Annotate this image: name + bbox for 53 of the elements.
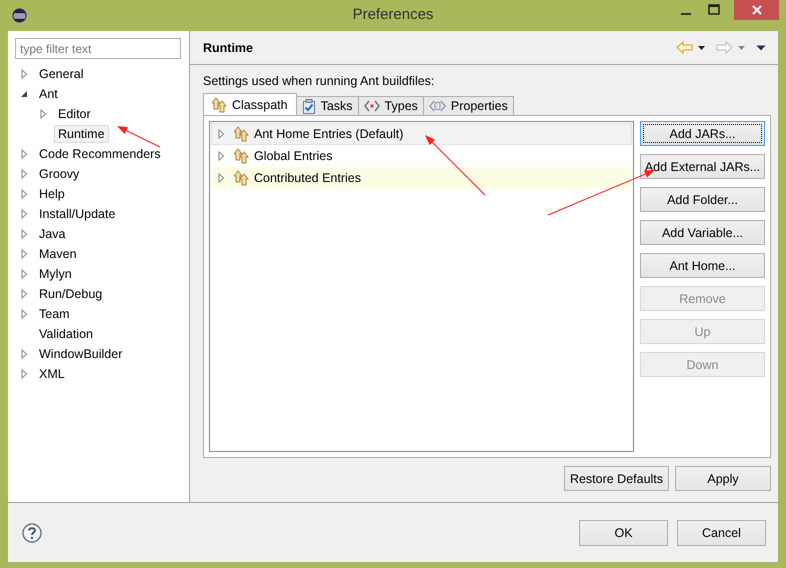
- page-description: Settings used when running Ant buildfiles:: [203, 74, 436, 88]
- classpath-icon: [212, 96, 227, 112]
- list-item[interactable]: Ant Home Entries (Default): [211, 123, 632, 145]
- tree-item[interactable]: Install/Update: [35, 205, 120, 223]
- tree-item[interactable]: Help: [35, 185, 69, 203]
- side-button[interactable]: Add External JARs...: [640, 154, 765, 179]
- tree-item[interactable]: Maven: [35, 245, 81, 263]
- tree-item[interactable]: Validation: [35, 325, 97, 343]
- side-button[interactable]: Add Variable...: [640, 220, 765, 245]
- window-title: Preferences: [352, 6, 434, 23]
- list-item[interactable]: Global Entries: [211, 145, 632, 167]
- close-icon: [750, 4, 762, 16]
- classpath-icon: [234, 126, 249, 142]
- page-title: Runtime: [203, 40, 253, 54]
- tree-item[interactable]: Ant: [35, 85, 62, 103]
- brackets-icon: [364, 100, 380, 112]
- annotation-arrow: [425, 135, 486, 196]
- menu-icon[interactable]: [756, 44, 766, 50]
- apply-button[interactable]: Apply: [675, 466, 771, 491]
- tree-item[interactable]: XML: [35, 365, 69, 383]
- dropdown-icon[interactable]: [697, 44, 706, 50]
- tab[interactable]: Types: [358, 96, 424, 115]
- help-icon[interactable]: [22, 522, 42, 542]
- side-button[interactable]: Add Folder...: [640, 187, 765, 212]
- tree-item[interactable]: Run/Debug: [35, 285, 106, 303]
- close-button[interactable]: [734, 0, 779, 20]
- tree-item[interactable]: Editor: [54, 105, 95, 123]
- ok-button[interactable]: OK: [579, 520, 668, 546]
- tree-item[interactable]: Mylyn: [35, 265, 76, 283]
- classpath-icon: [234, 148, 249, 164]
- side-button[interactable]: Add JARs...: [640, 121, 765, 146]
- tab[interactable]: Tasks: [296, 96, 359, 115]
- annotation-arrow: [117, 126, 160, 148]
- tree-item[interactable]: Groovy: [35, 165, 84, 183]
- forward-button[interactable]: [716, 41, 733, 54]
- brackets-icon: [428, 100, 446, 112]
- app-icon: [12, 8, 27, 23]
- list-item[interactable]: Contributed Entries: [211, 167, 632, 189]
- side-button[interactable]: Ant Home...: [640, 253, 765, 278]
- cancel-button[interactable]: Cancel: [677, 520, 766, 546]
- tree-item[interactable]: General: [35, 65, 88, 83]
- tab[interactable]: Properties: [422, 96, 514, 115]
- tree-item[interactable]: WindowBuilder: [35, 345, 126, 363]
- tree-item[interactable]: Team: [35, 305, 74, 323]
- tree-item[interactable]: Code Recommenders: [35, 145, 165, 163]
- tree-item[interactable]: Runtime: [54, 125, 109, 143]
- tree-item[interactable]: Java: [35, 225, 70, 243]
- restore-defaults-button[interactable]: Restore Defaults: [564, 466, 669, 491]
- maximize-icon[interactable]: [708, 4, 720, 16]
- clipboard-check-icon: [302, 98, 316, 114]
- tab[interactable]: Classpath: [203, 93, 297, 115]
- filter-field[interactable]: type filter text: [15, 38, 181, 59]
- classpath-icon: [234, 170, 249, 186]
